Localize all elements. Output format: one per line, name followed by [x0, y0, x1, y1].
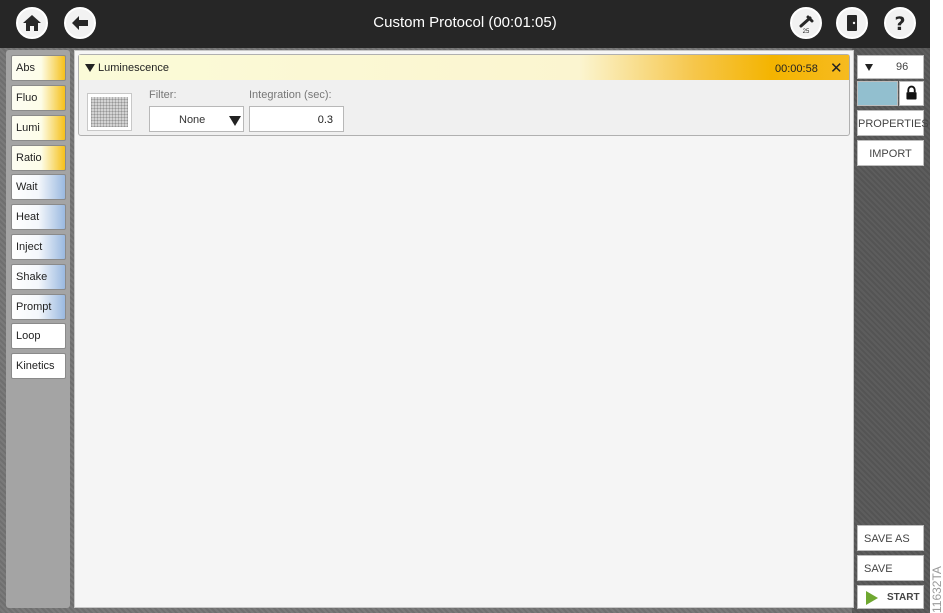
tool-heat[interactable]: Heat	[11, 204, 66, 230]
chevron-down-icon	[229, 116, 241, 126]
tool-inject[interactable]: Inject	[11, 234, 66, 260]
plate-type-value: 96	[896, 61, 909, 73]
plate-type-select[interactable]: 96	[857, 55, 924, 79]
filter-value: None	[179, 114, 206, 126]
save-as-button[interactable]: SAVE AS	[857, 525, 924, 551]
step-time: 00:00:58	[775, 63, 818, 75]
import-button[interactable]: IMPORT	[857, 140, 924, 166]
tools-badge: 25	[803, 29, 810, 35]
step-header[interactable]: Luminescence 00:00:58 ✕	[79, 55, 849, 80]
tool-lumi[interactable]: Lumi	[11, 115, 66, 141]
wrench-icon: 25	[799, 15, 814, 35]
filter-label: Filter:	[149, 89, 177, 101]
step-name: Luminescence	[98, 62, 169, 74]
collapse-triangle-icon[interactable]	[85, 64, 95, 72]
help-icon: ?	[894, 13, 905, 35]
play-icon	[866, 591, 878, 605]
integration-label: Integration (sec):	[249, 89, 332, 101]
tool-loop[interactable]: Loop	[11, 323, 66, 349]
protocol-workspace[interactable]: Luminescence 00:00:58 ✕ Filter: None Int…	[74, 50, 854, 608]
close-icon[interactable]: ✕	[830, 59, 843, 77]
tool-abs[interactable]: Abs	[11, 55, 66, 81]
save-button[interactable]: SAVE	[857, 555, 924, 581]
plate-color-swatch[interactable]	[857, 81, 898, 106]
svg-text:?: ?	[894, 13, 905, 35]
integration-input[interactable]: 0.3	[249, 106, 344, 132]
tool-prompt[interactable]: Prompt	[11, 294, 66, 320]
step-luminescence[interactable]: Luminescence 00:00:58 ✕ Filter: None Int…	[78, 54, 850, 136]
start-button[interactable]: START	[857, 585, 924, 609]
title-bar: Custom Protocol (00:01:05) 25 ?	[0, 0, 930, 48]
tool-ratio[interactable]: Ratio	[11, 145, 66, 171]
door-icon	[847, 15, 857, 31]
chevron-down-icon	[865, 64, 873, 71]
tool-kinetics[interactable]: Kinetics	[11, 353, 66, 379]
tool-fluo[interactable]: Fluo	[11, 85, 66, 111]
lock-button[interactable]	[899, 81, 924, 106]
lock-icon	[906, 85, 917, 100]
exit-button[interactable]	[836, 7, 868, 39]
help-button[interactable]: ?	[884, 7, 916, 39]
properties-button[interactable]: PROPERTIES	[857, 110, 929, 136]
figure-id: 11632TA	[930, 566, 943, 613]
start-label: START	[887, 592, 920, 603]
tool-wait[interactable]: Wait	[11, 174, 66, 200]
filter-select[interactable]: None	[149, 106, 244, 132]
tool-shake[interactable]: Shake	[11, 264, 66, 290]
plate-layout-icon[interactable]	[87, 93, 132, 131]
tools-button[interactable]: 25	[790, 7, 822, 39]
